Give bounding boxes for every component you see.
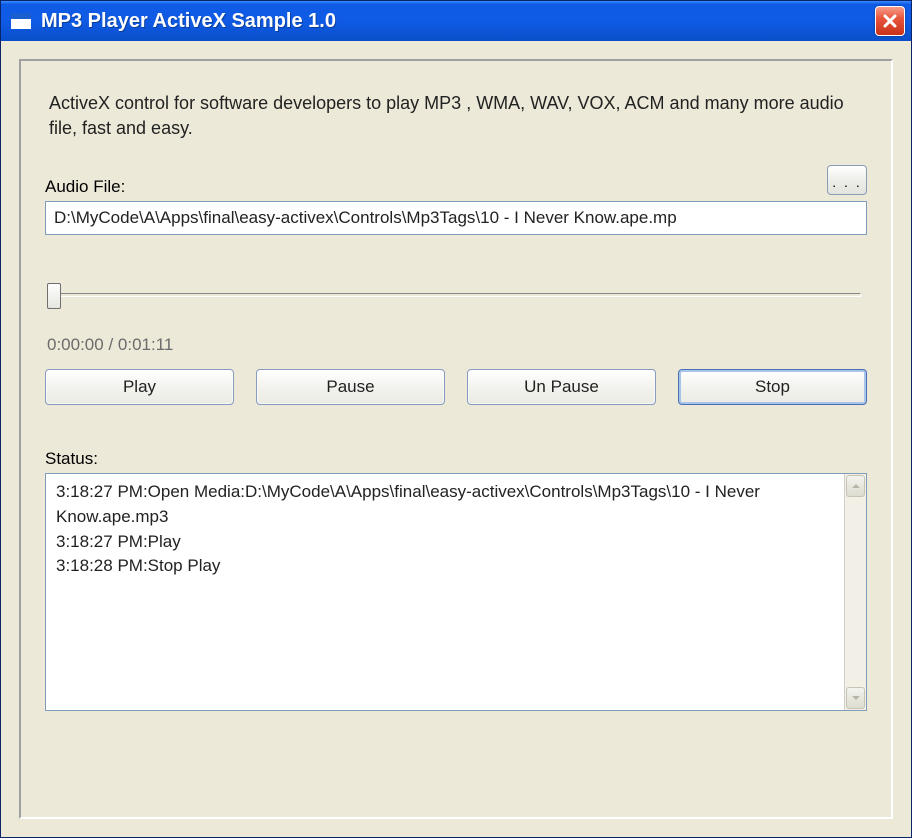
chevron-down-icon [851, 693, 861, 703]
browse-button[interactable]: . . . [827, 165, 867, 195]
client-area: ActiveX control for software developers … [1, 41, 911, 837]
titlebar[interactable]: MP3 Player ActiveX Sample 1.0 [1, 1, 911, 41]
close-button[interactable] [875, 6, 905, 36]
playback-buttons: Play Pause Un Pause Stop [45, 369, 867, 405]
main-panel: ActiveX control for software developers … [19, 59, 893, 819]
chevron-up-icon [851, 481, 861, 491]
ellipsis-icon: . . . [832, 174, 861, 190]
status-label: Status: [45, 449, 867, 469]
scroll-down-button[interactable] [846, 687, 865, 709]
play-button[interactable]: Play [45, 369, 234, 405]
scroll-track[interactable] [845, 498, 866, 686]
pause-button[interactable]: Pause [256, 369, 445, 405]
close-icon [882, 13, 898, 29]
slider-thumb[interactable] [47, 283, 61, 309]
seek-slider[interactable] [45, 281, 867, 311]
status-log[interactable]: 3:18:27 PM:Open Media:D:\MyCode\A\Apps\f… [46, 474, 844, 710]
time-display: 0:00:00 / 0:01:11 [47, 335, 867, 355]
window-title: MP3 Player ActiveX Sample 1.0 [41, 10, 875, 33]
slider-track [51, 293, 861, 297]
app-icon [11, 13, 31, 29]
file-row: Audio File: . . . [45, 177, 867, 235]
audio-file-label: Audio File: [45, 177, 867, 197]
scroll-up-button[interactable] [846, 475, 865, 497]
stop-button[interactable]: Stop [678, 369, 867, 405]
description-text: ActiveX control for software developers … [49, 91, 863, 141]
unpause-button[interactable]: Un Pause [467, 369, 656, 405]
app-window: MP3 Player ActiveX Sample 1.0 ActiveX co… [0, 0, 912, 838]
status-box: 3:18:27 PM:Open Media:D:\MyCode\A\Apps\f… [45, 473, 867, 711]
status-scrollbar[interactable] [844, 474, 866, 710]
audio-file-input[interactable] [45, 201, 867, 235]
